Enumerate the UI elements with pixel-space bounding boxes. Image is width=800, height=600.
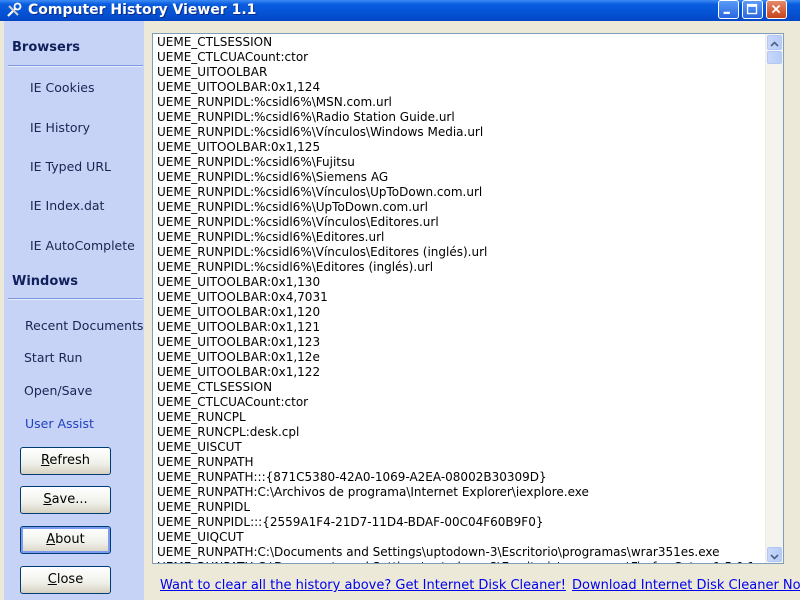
- sidebar-item-open-save[interactable]: Open/Save: [24, 383, 92, 398]
- list-item[interactable]: UEME_RUNPIDL:%csidl6%\UpToDown.com.url: [157, 200, 762, 215]
- sidebar-item-ie-autocomplete[interactable]: IE AutoComplete: [30, 238, 135, 253]
- list-item[interactable]: UEME_RUNPATH:C:\Documents and Settings\u…: [157, 560, 762, 563]
- list-item[interactable]: UEME_RUNPIDL:%csidl6%\Editores (inglés).…: [157, 260, 762, 275]
- list-item[interactable]: UEME_RUNPATH:::{871C5380-42A0-1069-A2EA-…: [157, 470, 762, 485]
- download-cleaner-link[interactable]: Download Internet Disk Cleaner Now: [572, 578, 800, 593]
- scroll-down-button[interactable]: [767, 547, 782, 562]
- window-title: Computer History Viewer 1.1: [28, 2, 257, 18]
- list-item[interactable]: UEME_RUNPIDL:%csidl6%\Vínculos\Editores …: [157, 245, 762, 260]
- close-button[interactable]: Close: [20, 566, 111, 594]
- windows-heading: Windows: [12, 274, 79, 289]
- sidebar-item-recent-documents[interactable]: Recent Documents: [25, 318, 143, 333]
- list-item[interactable]: UEME_UITOOLBAR:0x1,122: [157, 365, 762, 380]
- scroll-thumb[interactable]: [767, 51, 782, 64]
- close-label: lose: [56, 572, 84, 587]
- about-button[interactable]: About: [20, 526, 111, 554]
- history-listbox[interactable]: UEME_CTLSESSION UEME_CTLCUACount:ctor UEME…: [152, 33, 784, 564]
- app-window: Computer History Viewer 1.1 Browsers IE …: [0, 0, 800, 600]
- refresh-button[interactable]: Refresh: [20, 447, 111, 475]
- history-list: UEME_CTLSESSION UEME_CTLCUACount:ctor UEME…: [157, 35, 762, 563]
- list-item[interactable]: UEME_UITOOLBAR: [157, 65, 762, 80]
- list-item[interactable]: UEME_RUNPIDL:%csidl6%\Vínculos\Windows M…: [157, 125, 762, 140]
- app-tools-icon: [5, 2, 23, 19]
- list-item[interactable]: UEME_RUNPATH:C:\Documents and Settings\u…: [157, 545, 762, 560]
- sidebar-item-user-assist[interactable]: User Assist: [25, 416, 94, 431]
- list-item[interactable]: UEME_UITOOLBAR:0x1,121: [157, 320, 762, 335]
- section-divider: [8, 298, 143, 300]
- maximize-icon: [746, 3, 758, 15]
- close-accel: C: [47, 572, 57, 587]
- list-item[interactable]: UEME_RUNPIDL: [157, 500, 762, 515]
- list-item[interactable]: UEME_RUNPIDL:%csidl6%\Siemens AG: [157, 170, 762, 185]
- list-item[interactable]: UEME_RUNPIDL:%csidl6%\Vínculos\Editores.…: [157, 215, 762, 230]
- sidebar-item-ie-history[interactable]: IE History: [30, 120, 90, 135]
- list-item[interactable]: UEME_UITOOLBAR:0x1,12e: [157, 350, 762, 365]
- list-item[interactable]: UEME_RUNPIDL:%csidl6%\Vínculos\UpToDown.…: [157, 185, 762, 200]
- maximize-button[interactable]: [742, 0, 763, 19]
- list-item[interactable]: UEME_UITOOLBAR:0x4,7031: [157, 290, 762, 305]
- minimize-button[interactable]: [718, 0, 739, 19]
- list-item[interactable]: UEME_RUNPIDL:::{2559A1F4-21D7-11D4-BDAF-…: [157, 515, 762, 530]
- close-window-button[interactable]: [766, 0, 787, 19]
- section-divider: [8, 65, 143, 67]
- list-item[interactable]: UEME_RUNPIDL:%csidl6%\Radio Station Guid…: [157, 110, 762, 125]
- list-item[interactable]: UEME_CTLSESSION: [157, 380, 762, 395]
- sidebar-item-ie-cookies[interactable]: IE Cookies: [30, 80, 95, 95]
- list-item[interactable]: UEME_CTLSESSION: [157, 35, 762, 50]
- minimize-icon: [723, 11, 730, 14]
- save-accel: S: [43, 492, 52, 507]
- chevron-up-icon: [770, 41, 779, 47]
- list-item[interactable]: UEME_UITOOLBAR:0x1,125: [157, 140, 762, 155]
- list-item[interactable]: UEME_RUNPIDL:%csidl6%\Editores.url: [157, 230, 762, 245]
- save-button[interactable]: Save...: [20, 486, 111, 514]
- list-item[interactable]: UEME_RUNPIDL:%csidl6%\Fujitsu: [157, 155, 762, 170]
- list-item[interactable]: UEME_RUNPATH:C:\Archivos de programa\Int…: [157, 485, 762, 500]
- list-item[interactable]: UEME_UISCUT: [157, 440, 762, 455]
- save-label: ave...: [51, 492, 88, 507]
- browsers-heading: Browsers: [12, 40, 80, 55]
- vertical-scrollbar[interactable]: [765, 34, 783, 563]
- list-item[interactable]: UEME_RUNCPL:desk.cpl: [157, 425, 762, 440]
- list-item[interactable]: UEME_UITOOLBAR:0x1,130: [157, 275, 762, 290]
- list-item[interactable]: UEME_UIQCUT: [157, 530, 762, 545]
- sidebar-item-start-run[interactable]: Start Run: [24, 350, 82, 365]
- get-cleaner-link[interactable]: Want to clear all the history above? Get…: [160, 578, 566, 593]
- list-item[interactable]: UEME_CTLCUACount:ctor: [157, 395, 762, 410]
- about-accel: A: [46, 532, 56, 547]
- list-item[interactable]: UEME_UITOOLBAR:0x1,124: [157, 80, 762, 95]
- scroll-up-button[interactable]: [767, 35, 782, 50]
- title-bar[interactable]: Computer History Viewer 1.1: [0, 0, 800, 21]
- list-item[interactable]: UEME_UITOOLBAR:0x1,123: [157, 335, 762, 350]
- about-label: bout: [55, 532, 85, 547]
- chevron-down-icon: [770, 554, 779, 560]
- close-icon: [771, 4, 781, 14]
- sidebar-item-ie-index-dat[interactable]: IE Index.dat: [30, 198, 104, 213]
- list-item[interactable]: UEME_RUNPATH: [157, 455, 762, 470]
- list-item[interactable]: UEME_UITOOLBAR:0x1,120: [157, 305, 762, 320]
- list-item[interactable]: UEME_RUNCPL: [157, 410, 762, 425]
- list-item[interactable]: UEME_RUNPIDL:%csidl6%\MSN.com.url: [157, 95, 762, 110]
- sidebar-item-ie-typed-url[interactable]: IE Typed URL: [30, 159, 111, 174]
- refresh-label: efresh: [49, 453, 91, 468]
- list-item[interactable]: UEME_CTLCUACount:ctor: [157, 50, 762, 65]
